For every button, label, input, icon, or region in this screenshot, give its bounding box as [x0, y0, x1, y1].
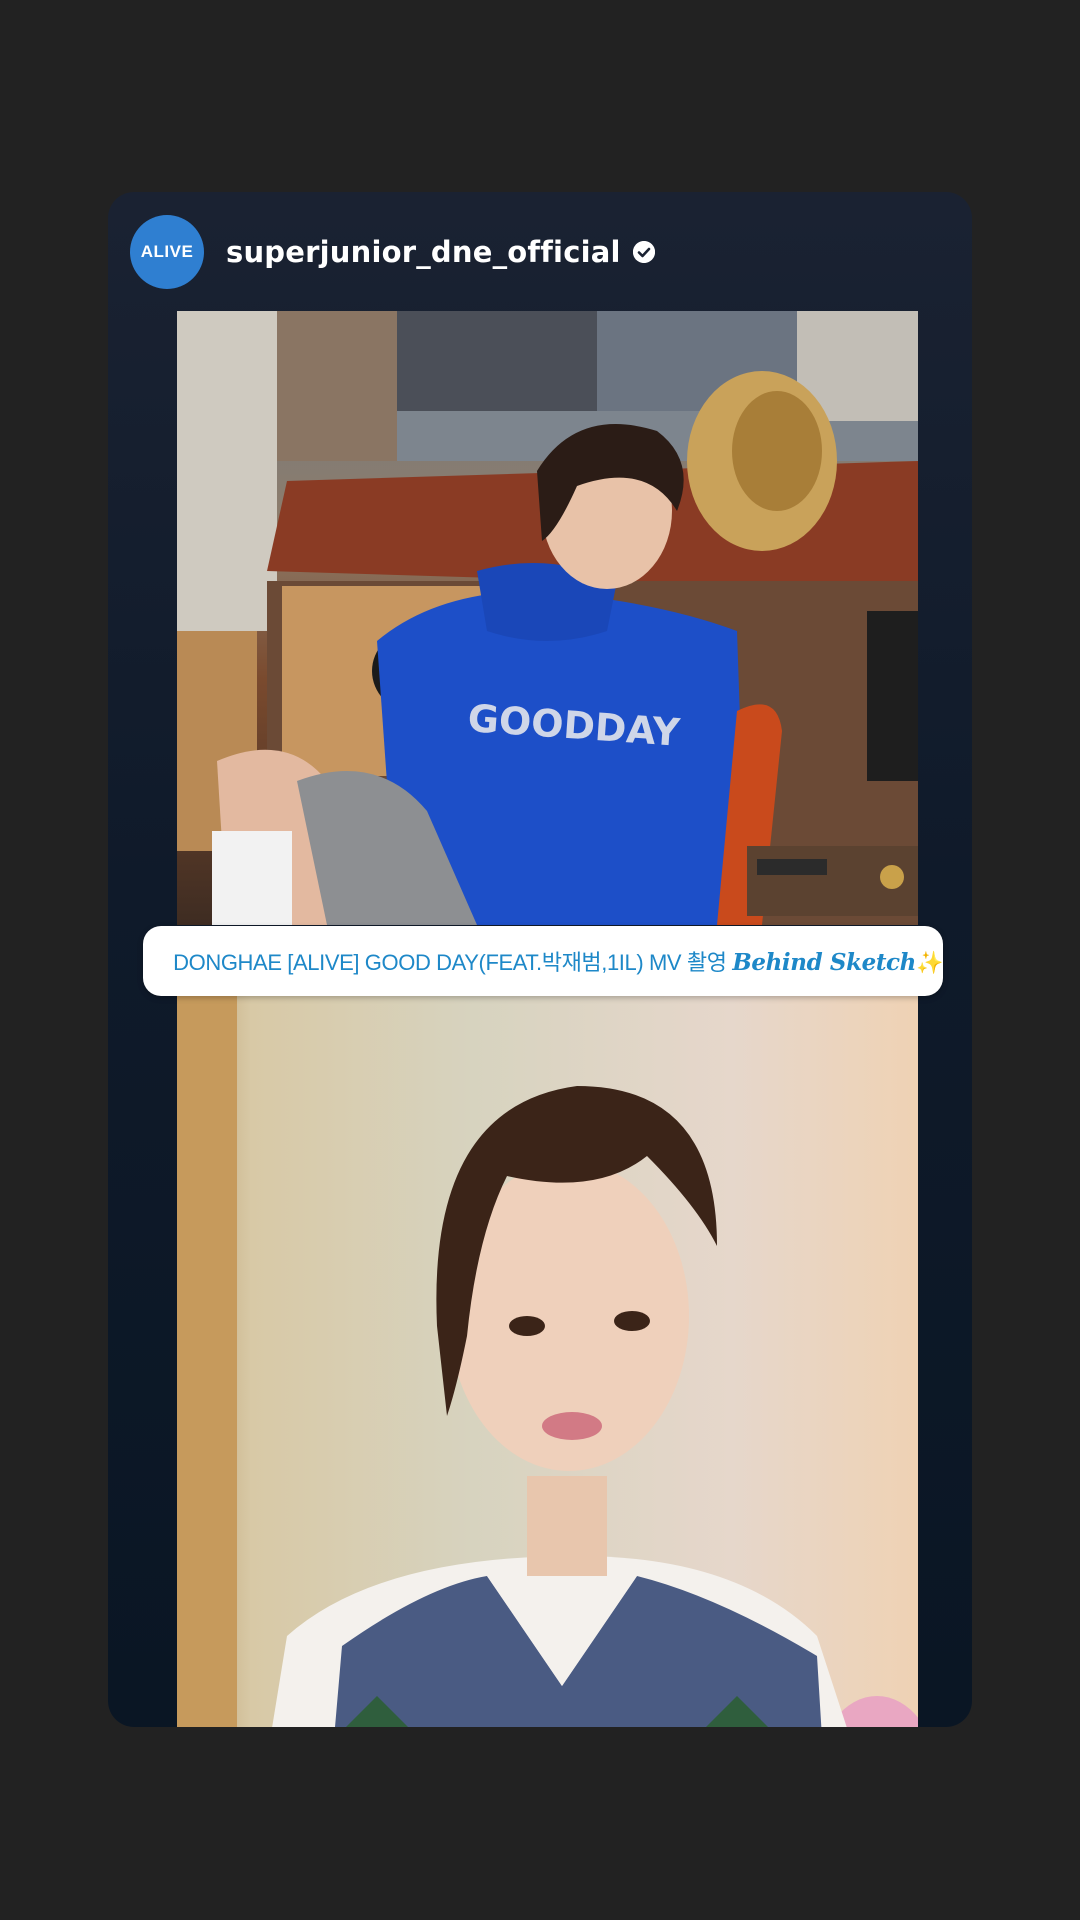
story-photo-bottom [177, 996, 918, 1727]
verified-badge-icon [632, 241, 655, 263]
portrait-illustration [177, 996, 918, 1727]
story-card: ALIVE superjunior_dne_official GOODDAY D… [108, 192, 972, 1727]
sparkle-icon: ✨ [916, 950, 943, 975]
link-sticker-label: DONGHAE [ALIVE] GOOD DAY(FEAT.박재범,1IL) M… [173, 945, 943, 977]
username[interactable]: superjunior_dne_official [226, 235, 621, 269]
link-title-emphasis: Behind Sketch [732, 949, 916, 976]
story-photo-top: GOODDAY [177, 311, 918, 925]
avatar[interactable]: ALIVE [130, 215, 204, 289]
rooftop-scene-illustration: GOODDAY [177, 311, 918, 925]
link-title: DONGHAE [ALIVE] GOOD DAY(FEAT.박재범,1IL) M… [173, 950, 733, 975]
post-header: ALIVE superjunior_dne_official [130, 214, 655, 290]
link-sticker[interactable]: DONGHAE [ALIVE] GOOD DAY(FEAT.박재범,1IL) M… [143, 926, 943, 996]
